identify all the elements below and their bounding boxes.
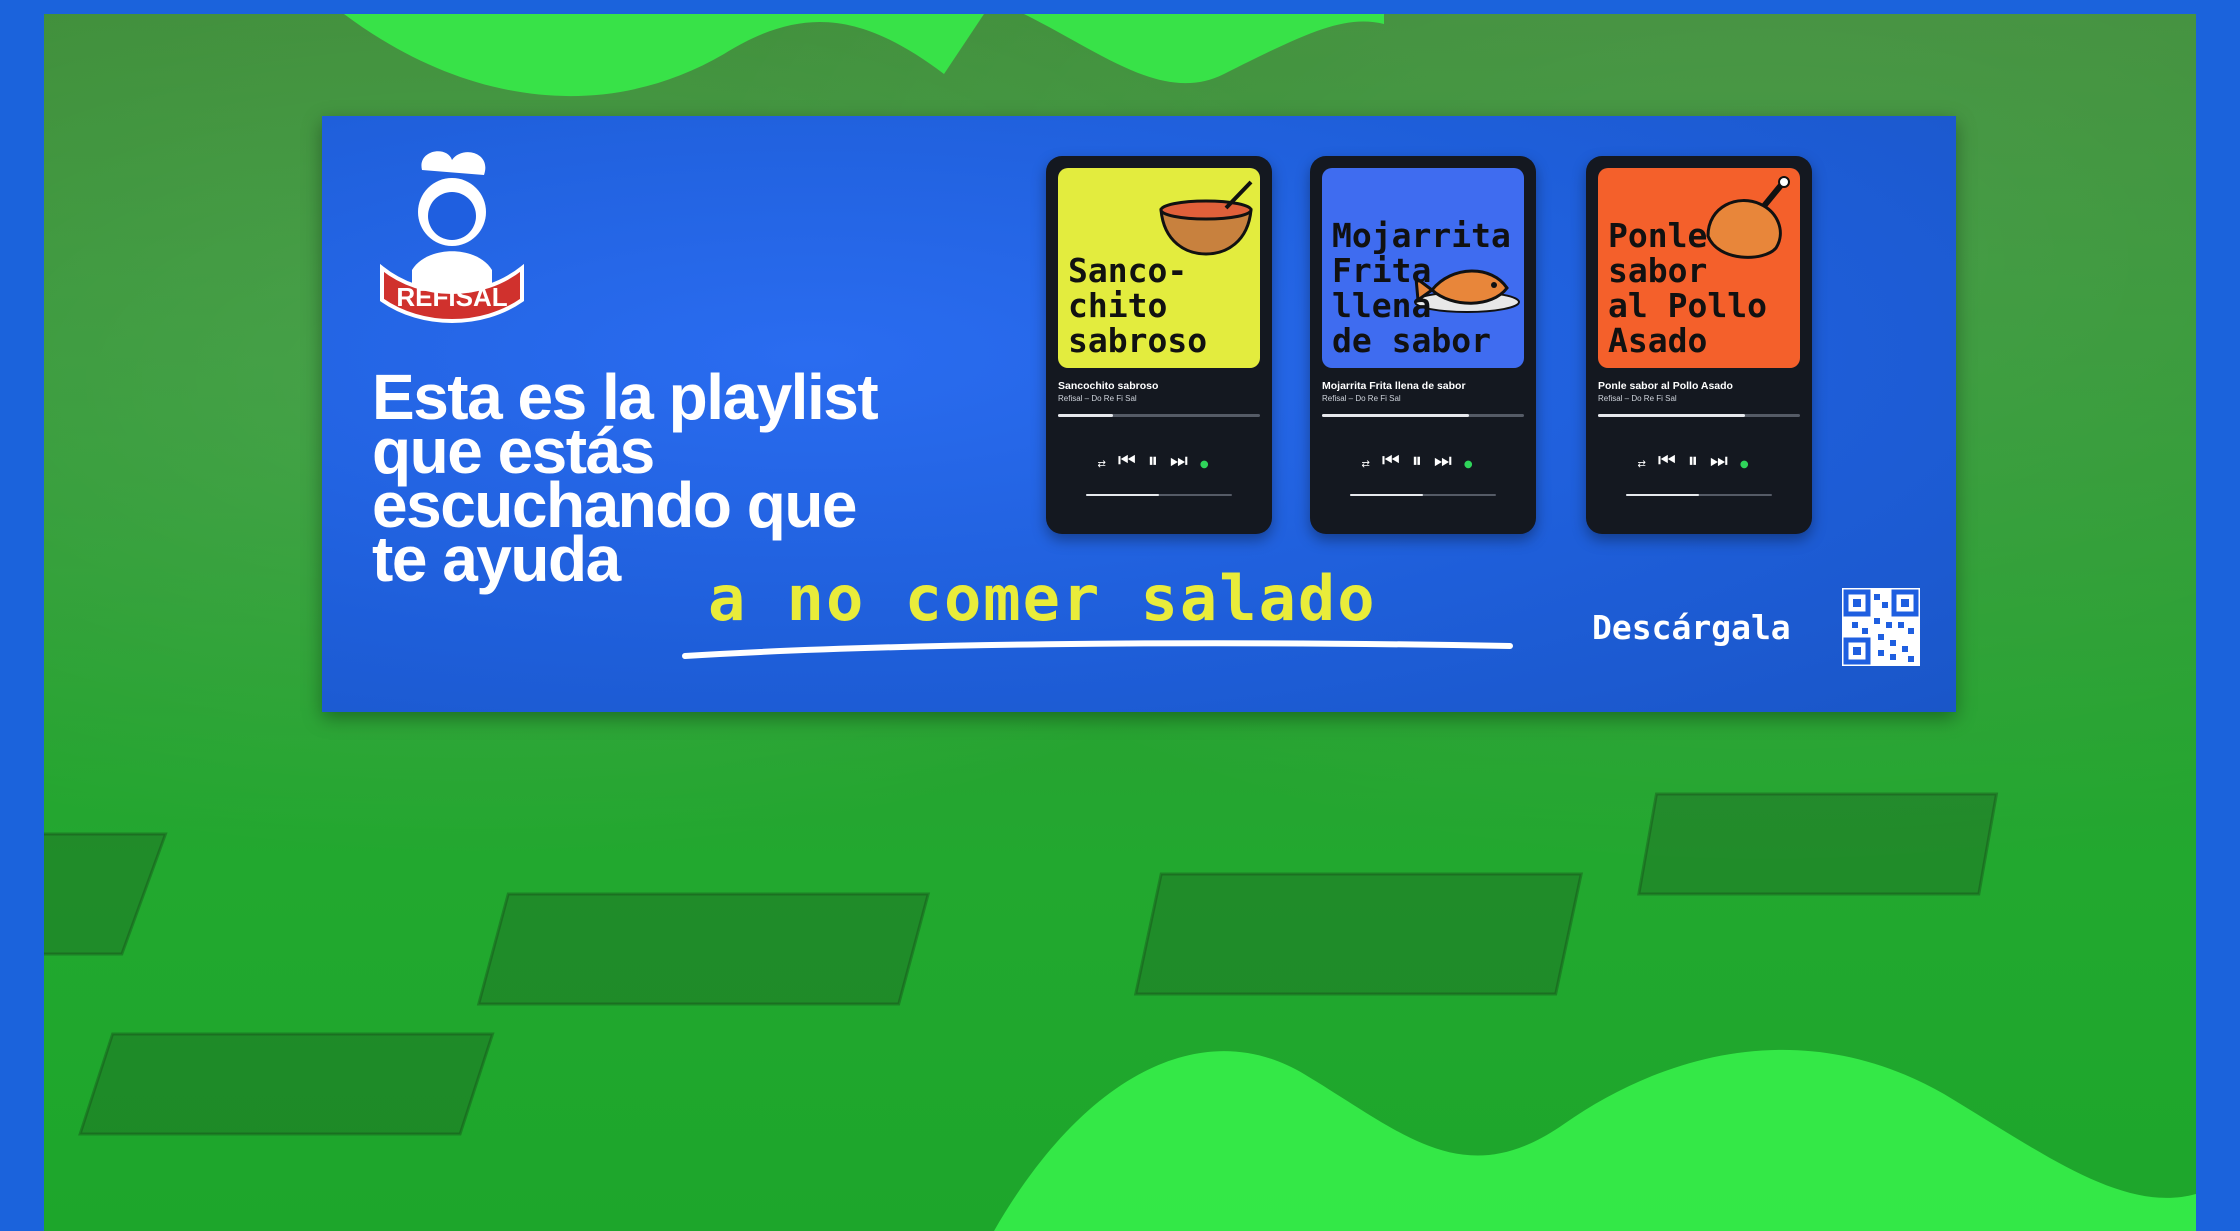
song-title: Ponle sabor al Pollo Asado	[1598, 380, 1733, 392]
album-cover: Mojarrita Frita llena de sabor	[1322, 168, 1524, 368]
table-shape	[44, 832, 168, 956]
artist-name: Refisal – Do Re Fi Sal	[1322, 394, 1401, 403]
shuffle-icon[interactable]: ⇄	[1637, 459, 1657, 470]
pause-icon[interactable]: ⏸	[1148, 448, 1170, 472]
qr-code[interactable]	[1842, 588, 1920, 666]
download-cta[interactable]: Descárgala	[1592, 608, 1791, 647]
song-title: Sancochito sabroso	[1058, 380, 1159, 392]
artist-name: Refisal – Do Re Fi Sal	[1598, 394, 1677, 403]
repeat-icon[interactable]: ●	[1464, 459, 1485, 470]
brand-name: REFISAL	[396, 282, 507, 312]
bottom-wave	[994, 1049, 2196, 1231]
next-icon[interactable]: ⏭	[1434, 448, 1464, 472]
top-wave-2	[1024, 14, 1384, 84]
volume-slider[interactable]	[1350, 494, 1496, 496]
playback-controls: ⇄⏮⏸⏭●	[1310, 448, 1536, 472]
playlist-phone[interactable]: Sanco- chito sabroso Sancochito sabroso Re…	[1046, 156, 1272, 534]
table-shape	[78, 1032, 495, 1136]
playback-controls: ⇄⏮⏸⏭●	[1046, 448, 1272, 472]
progress-bar[interactable]	[1058, 414, 1260, 417]
volume-slider[interactable]	[1626, 494, 1772, 496]
playlist-phone[interactable]: Ponle sabor al Pollo Asado Ponle sabor al…	[1586, 156, 1812, 534]
repeat-icon[interactable]: ●	[1740, 459, 1761, 470]
cover-title: Sanco- chito sabroso	[1068, 251, 1208, 360]
playlist-phone[interactable]: Mojarrita Frita llena de sabor Mojarrita …	[1310, 156, 1536, 534]
artist-name: Refisal – Do Re Fi Sal	[1058, 394, 1137, 403]
headline-accent: a no comer salado	[708, 562, 1377, 635]
cover-title: Mojarrita Frita llena de sabor	[1332, 216, 1511, 360]
previous-icon[interactable]: ⏮	[1118, 448, 1148, 472]
progress-bar[interactable]	[1598, 414, 1800, 417]
album-cover: Ponle sabor al Pollo Asado	[1598, 168, 1800, 368]
brush-underline	[682, 640, 1513, 659]
repeat-icon[interactable]: ●	[1200, 459, 1221, 470]
pause-icon[interactable]: ⏸	[1688, 448, 1710, 472]
table-shape	[1637, 792, 1999, 896]
table-shape	[476, 892, 931, 1006]
table-shape	[1133, 872, 1584, 996]
shuffle-icon[interactable]: ⇄	[1361, 459, 1381, 470]
song-title: Mojarrita Frita llena de sabor	[1322, 380, 1466, 392]
refisal-logo: REFISAL	[380, 151, 524, 323]
headline: Esta es la playlist que estás escuchando…	[372, 365, 992, 591]
cover-title: Ponle sabor al Pollo Asado	[1608, 216, 1767, 360]
next-icon[interactable]: ⏭	[1170, 448, 1200, 472]
album-cover: Sanco- chito sabroso	[1058, 168, 1260, 368]
progress-bar[interactable]	[1322, 414, 1524, 417]
shuffle-icon[interactable]: ⇄	[1097, 459, 1117, 470]
next-icon[interactable]: ⏭	[1710, 448, 1740, 472]
pause-icon[interactable]: ⏸	[1412, 448, 1434, 472]
top-wave	[344, 14, 984, 97]
previous-icon[interactable]: ⏮	[1382, 448, 1412, 472]
playback-controls: ⇄⏮⏸⏭●	[1586, 448, 1812, 472]
previous-icon[interactable]: ⏮	[1658, 448, 1688, 472]
volume-slider[interactable]	[1086, 494, 1232, 496]
